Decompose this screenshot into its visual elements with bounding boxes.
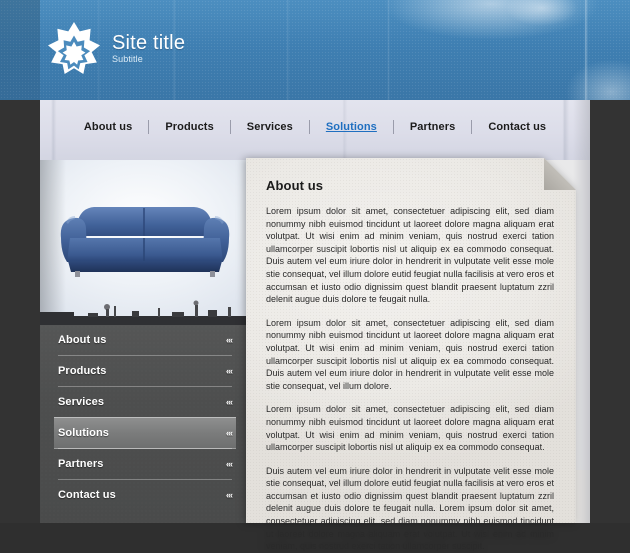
eight-point-star-icon: [48, 22, 100, 74]
sidebar-list: About us ‹‹‹ Products ‹‹‹ Services ‹‹‹ S…: [40, 325, 250, 510]
chevron-left-triple-icon: ‹‹‹: [226, 428, 233, 438]
brand-block[interactable]: Site title Subtitle: [48, 22, 185, 74]
top-navigation: About us Products Services Solutions Par…: [40, 100, 590, 160]
sidebar-item-label: Solutions: [58, 427, 110, 439]
sidebar-item-contact-us[interactable]: Contact us ‹‹‹: [58, 479, 233, 510]
sidebar-item-products[interactable]: Products ‹‹‹: [58, 355, 233, 386]
hero-image: [40, 160, 250, 325]
content-panel: About us Lorem ipsum dolor sit amet, con…: [246, 158, 576, 551]
top-nav-items: About us Products Services Solutions Par…: [40, 120, 590, 134]
page-root: Site title Subtitle About us Products Se…: [0, 0, 630, 551]
chevron-left-triple-icon: ‹‹‹: [226, 335, 233, 345]
chevron-left-triple-icon: ‹‹‹: [226, 459, 233, 469]
panel-inner: About us Lorem ipsum dolor sit amet, con…: [246, 158, 576, 551]
sidebar-item-services[interactable]: Services ‹‹‹: [58, 386, 233, 417]
chevron-left-triple-icon: ‹‹‹: [226, 490, 233, 500]
content-paragraph: Lorem ipsum dolor sit amet, consectetuer…: [266, 404, 554, 453]
brand-text: Site title Subtitle: [112, 33, 185, 64]
sidebar-menu: About us ‹‹‹ Products ‹‹‹ Services ‹‹‹ S…: [40, 325, 250, 523]
blue-sofa-illustration: [60, 207, 230, 277]
nav-item-contact-us[interactable]: Contact us: [472, 121, 562, 133]
content-paragraph: Duis autem vel eum iriure dolor in hendr…: [266, 465, 554, 552]
nav-item-partners[interactable]: Partners: [394, 121, 471, 133]
content-paragraph: Lorem ipsum dolor sit amet, consectetuer…: [266, 206, 554, 305]
nav-item-products[interactable]: Products: [149, 121, 229, 133]
sidebar-item-label: About us: [58, 334, 107, 346]
nav-item-about-us[interactable]: About us: [68, 121, 148, 133]
sidebar-item-solutions[interactable]: Solutions ‹‹‹: [54, 417, 236, 448]
page-title: About us: [266, 178, 324, 193]
grunge-skyline-strip: [40, 300, 250, 325]
sidebar-item-label: Contact us: [58, 489, 116, 501]
nav-item-solutions[interactable]: Solutions: [310, 121, 393, 133]
sidebar-item-about-us[interactable]: About us ‹‹‹: [58, 325, 233, 355]
sidebar-item-label: Products: [58, 365, 107, 377]
sidebar-item-partners[interactable]: Partners ‹‹‹: [58, 448, 233, 479]
sidebar-item-label: Services: [58, 396, 105, 408]
nav-item-services[interactable]: Services: [231, 121, 309, 133]
content-paragraph: Lorem ipsum dolor sit amet, consectetuer…: [266, 317, 554, 391]
header-left-gutter-shade: [0, 0, 40, 100]
site-title: Site title: [112, 31, 186, 54]
chevron-left-triple-icon: ‹‹‹: [226, 397, 233, 407]
sidebar-item-label: Partners: [58, 458, 104, 470]
site-subtitle: Subtitle: [112, 53, 143, 64]
chevron-left-triple-icon: ‹‹‹: [226, 366, 233, 376]
